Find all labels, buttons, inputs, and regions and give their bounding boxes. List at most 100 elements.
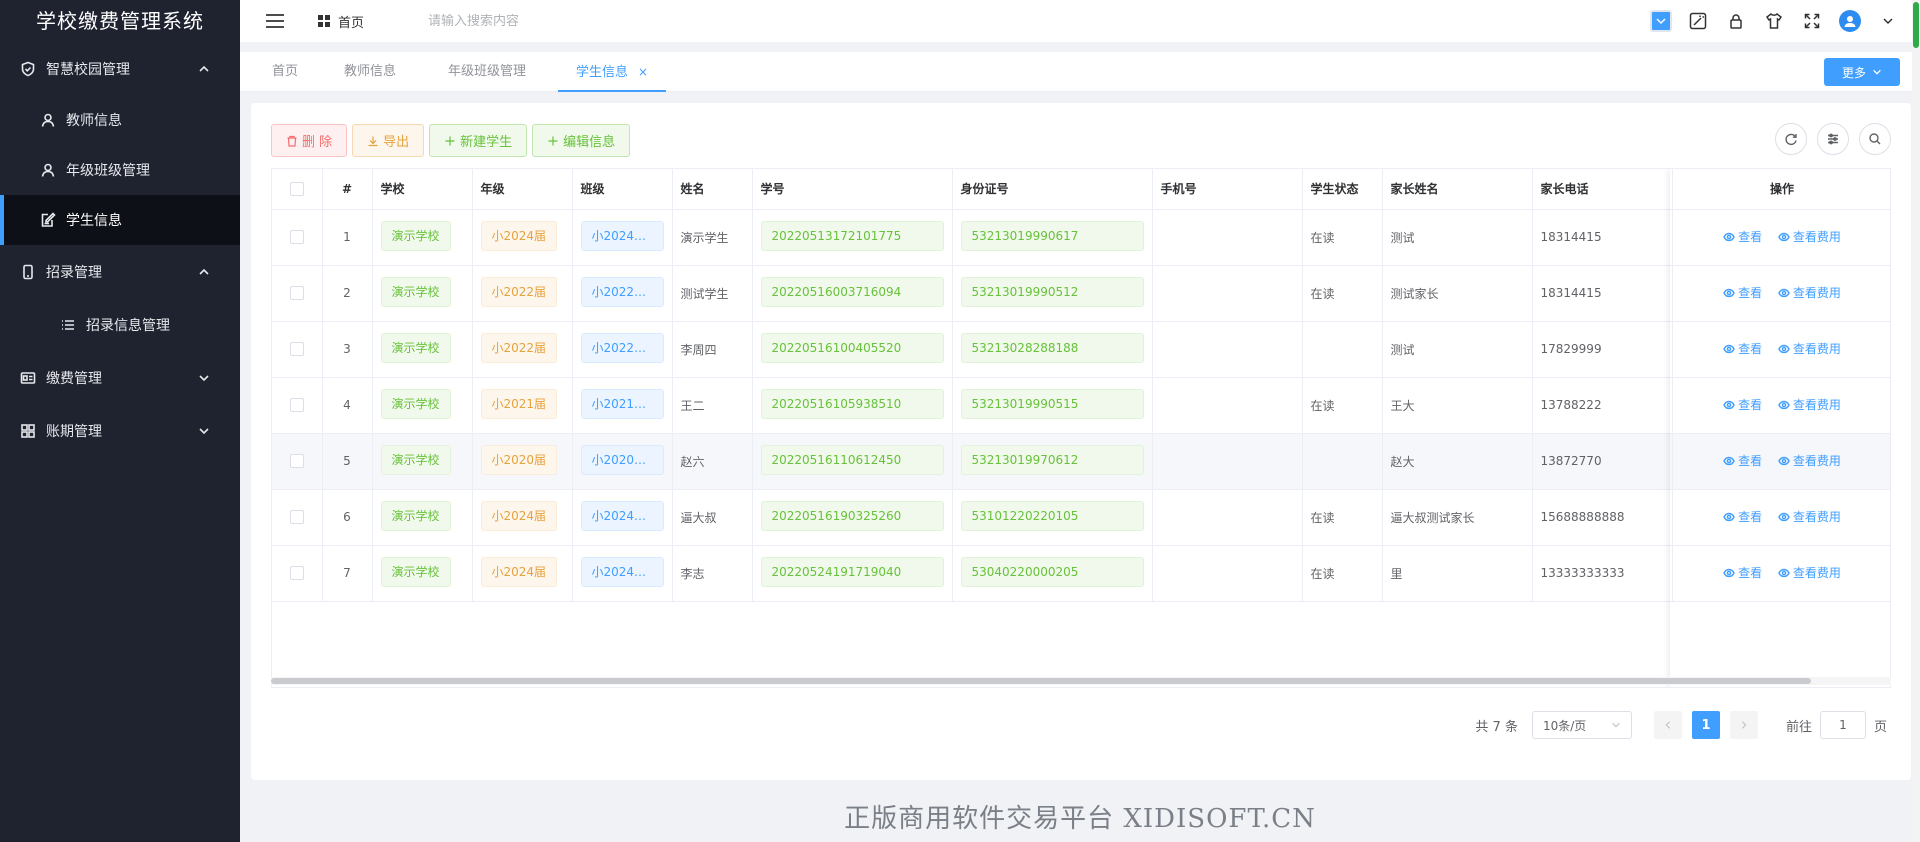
view-button[interactable]: 查看 — [1723, 452, 1762, 469]
table-row[interactable]: 3 演示学校 小2022届 小2022届... 李周四 202205161004… — [272, 321, 1890, 378]
search-input[interactable] — [428, 13, 629, 29]
export-button[interactable]: 导出 — [352, 124, 425, 157]
sidebar: 学校缴费管理系统 智慧校园管理 教师信息 年级班级管理 学生信息 招录管理 招录… — [0, 0, 240, 842]
table-row[interactable]: 6 演示学校 小2024届 小2024届... 逼大叔 202205161903… — [272, 489, 1890, 546]
hamburger-icon[interactable] — [264, 10, 286, 32]
goto-page-input[interactable] — [1819, 711, 1866, 739]
school-cell: 演示学校 — [372, 545, 473, 602]
prev-page-button[interactable] — [1653, 711, 1682, 739]
select-all-checkbox[interactable] — [272, 169, 323, 210]
refresh-button[interactable] — [1775, 123, 1807, 155]
sidebar-item-payment[interactable]: 缴费管理 — [0, 351, 240, 404]
sidebar-item-recruitment[interactable]: 招录管理 — [0, 245, 240, 298]
delete-button[interactable]: 删 除 — [271, 124, 348, 157]
edit-info-button[interactable]: 编辑信息 — [532, 124, 631, 157]
actions-cell: 查看 查看费用 — [1672, 545, 1890, 602]
eye-icon — [1723, 288, 1735, 297]
view-fee-button[interactable]: 查看费用 — [1778, 452, 1841, 469]
sidebar-item-label: 智慧校园管理 — [46, 61, 130, 78]
filter-settings-button[interactable] — [1817, 123, 1849, 155]
shirt-icon[interactable] — [1762, 9, 1786, 33]
table-row[interactable]: 1 演示学校 小2024届 小2024届... 演示学生 20220513172… — [272, 209, 1890, 266]
table-row[interactable]: 2 演示学校 小2022届 小2022届... 测试学生 20220516003… — [272, 265, 1890, 322]
edit-info-label: 编辑信息 — [563, 135, 616, 150]
row-checkbox[interactable] — [272, 321, 323, 378]
view-fee-button[interactable]: 查看费用 — [1778, 508, 1841, 525]
chevron-down-icon — [1873, 69, 1881, 75]
row-checkbox[interactable] — [272, 545, 323, 602]
page-number-button[interactable]: 1 — [1691, 711, 1720, 739]
view-fee-button[interactable]: 查看费用 — [1778, 564, 1841, 581]
sidebar-item-smart-campus[interactable]: 智慧校园管理 — [0, 42, 240, 95]
sidebar-item-label: 年级班级管理 — [66, 163, 150, 179]
grade-tag: 小2022届 — [480, 332, 558, 363]
tab-grades[interactable]: 年级班级管理 — [448, 52, 526, 92]
view-fee-button[interactable]: 查看费用 — [1778, 396, 1841, 413]
row-checkbox[interactable] — [272, 265, 323, 322]
row-checkbox[interactable] — [272, 489, 323, 546]
dropdown-toggle-icon[interactable] — [1650, 10, 1672, 32]
row-checkbox[interactable] — [272, 433, 323, 490]
new-student-label: 新建学生 — [460, 135, 513, 150]
scrollbar-thumb[interactable] — [1913, 2, 1919, 48]
view-label: 查看 — [1738, 342, 1763, 357]
search-icon — [1869, 133, 1881, 145]
sidebar-item-recruitment-info[interactable]: 招录信息管理 — [0, 298, 240, 351]
search-button[interactable] — [1859, 123, 1891, 155]
avatar[interactable] — [1838, 9, 1862, 33]
new-student-button[interactable]: 新建学生 — [429, 124, 528, 157]
view-button[interactable]: 查看 — [1723, 396, 1762, 413]
sidebar-item-grades[interactable]: 年级班级管理 — [0, 145, 240, 195]
close-icon[interactable]: × — [638, 65, 648, 79]
tab-home[interactable]: 首页 — [272, 52, 298, 92]
view-fee-button[interactable]: 查看费用 — [1778, 340, 1841, 357]
table-header-row: # 学校 年级 班级 姓名 学号 身份证号 手机号 学生状态 家长姓名 家长电话… — [272, 169, 1890, 210]
row-checkbox[interactable] — [272, 377, 323, 434]
view-button[interactable]: 查看 — [1723, 508, 1762, 525]
view-button[interactable]: 查看 — [1723, 228, 1762, 245]
view-button[interactable]: 查看 — [1723, 284, 1762, 301]
school-tag: 演示学校 — [380, 444, 451, 475]
grade-cell: 小2022届 — [472, 321, 573, 378]
lock-icon[interactable] — [1724, 9, 1748, 33]
view-button[interactable]: 查看 — [1723, 564, 1762, 581]
more-button[interactable]: 更多 — [1824, 58, 1900, 86]
view-fee-button[interactable]: 查看费用 — [1778, 228, 1841, 245]
row-checkbox[interactable] — [272, 209, 323, 266]
chevron-down-icon[interactable] — [1876, 9, 1900, 33]
student-id-tag: 20220516110612450 — [760, 444, 944, 475]
breadcrumb[interactable]: 首页 — [318, 12, 364, 31]
grid-icon — [20, 423, 36, 439]
grade-cell: 小2024届 — [472, 489, 573, 546]
view-button[interactable]: 查看 — [1723, 340, 1762, 357]
parent-phone-cell: 18314415 — [1532, 209, 1673, 266]
school-cell: 演示学校 — [372, 377, 473, 434]
table-row[interactable]: 4 演示学校 小2021届 小2021届... 王二 2022051610593… — [272, 377, 1890, 434]
toolbar: 删 除 导出 新建学生 编辑信息 — [271, 124, 631, 157]
horizontal-scrollbar[interactable] — [271, 677, 1891, 685]
page-scrollbar[interactable] — [1912, 0, 1920, 842]
wand-icon[interactable] — [1686, 9, 1710, 33]
row-index: 4 — [322, 377, 373, 434]
top-header: 首页 — [240, 0, 1920, 42]
tab-students[interactable]: 学生信息 × — [558, 52, 667, 92]
refresh-icon — [1785, 133, 1797, 146]
table-row[interactable]: 5 演示学校 小2020届 小2020届... 赵六 2022051611061… — [272, 433, 1890, 490]
id-card-tag: 53213019990515 — [960, 388, 1144, 419]
scrollbar-thumb[interactable] — [271, 678, 1811, 684]
tab-label: 学生信息 — [576, 65, 629, 80]
list-icon — [60, 317, 76, 333]
next-page-button[interactable] — [1729, 711, 1758, 739]
view-fee-button[interactable]: 查看费用 — [1778, 284, 1841, 301]
sidebar-item-teachers[interactable]: 教师信息 — [0, 95, 240, 145]
grade-tag: 小2024届 — [480, 556, 558, 587]
table-row[interactable]: 7 演示学校 小2024届 小2024届... 李志 2022052419171… — [272, 545, 1890, 602]
sidebar-item-students[interactable]: 学生信息 — [0, 195, 240, 245]
tab-teachers[interactable]: 教师信息 — [344, 52, 396, 92]
phone-cell — [1152, 209, 1303, 266]
fullscreen-icon[interactable] — [1800, 9, 1824, 33]
page-size-select[interactable]: 10条/页 — [1531, 711, 1632, 739]
sidebar-item-billing-period[interactable]: 账期管理 — [0, 404, 240, 457]
sidebar-item-label: 招录信息管理 — [86, 317, 170, 334]
student-id-cell: 20220524191719040 — [752, 545, 953, 602]
